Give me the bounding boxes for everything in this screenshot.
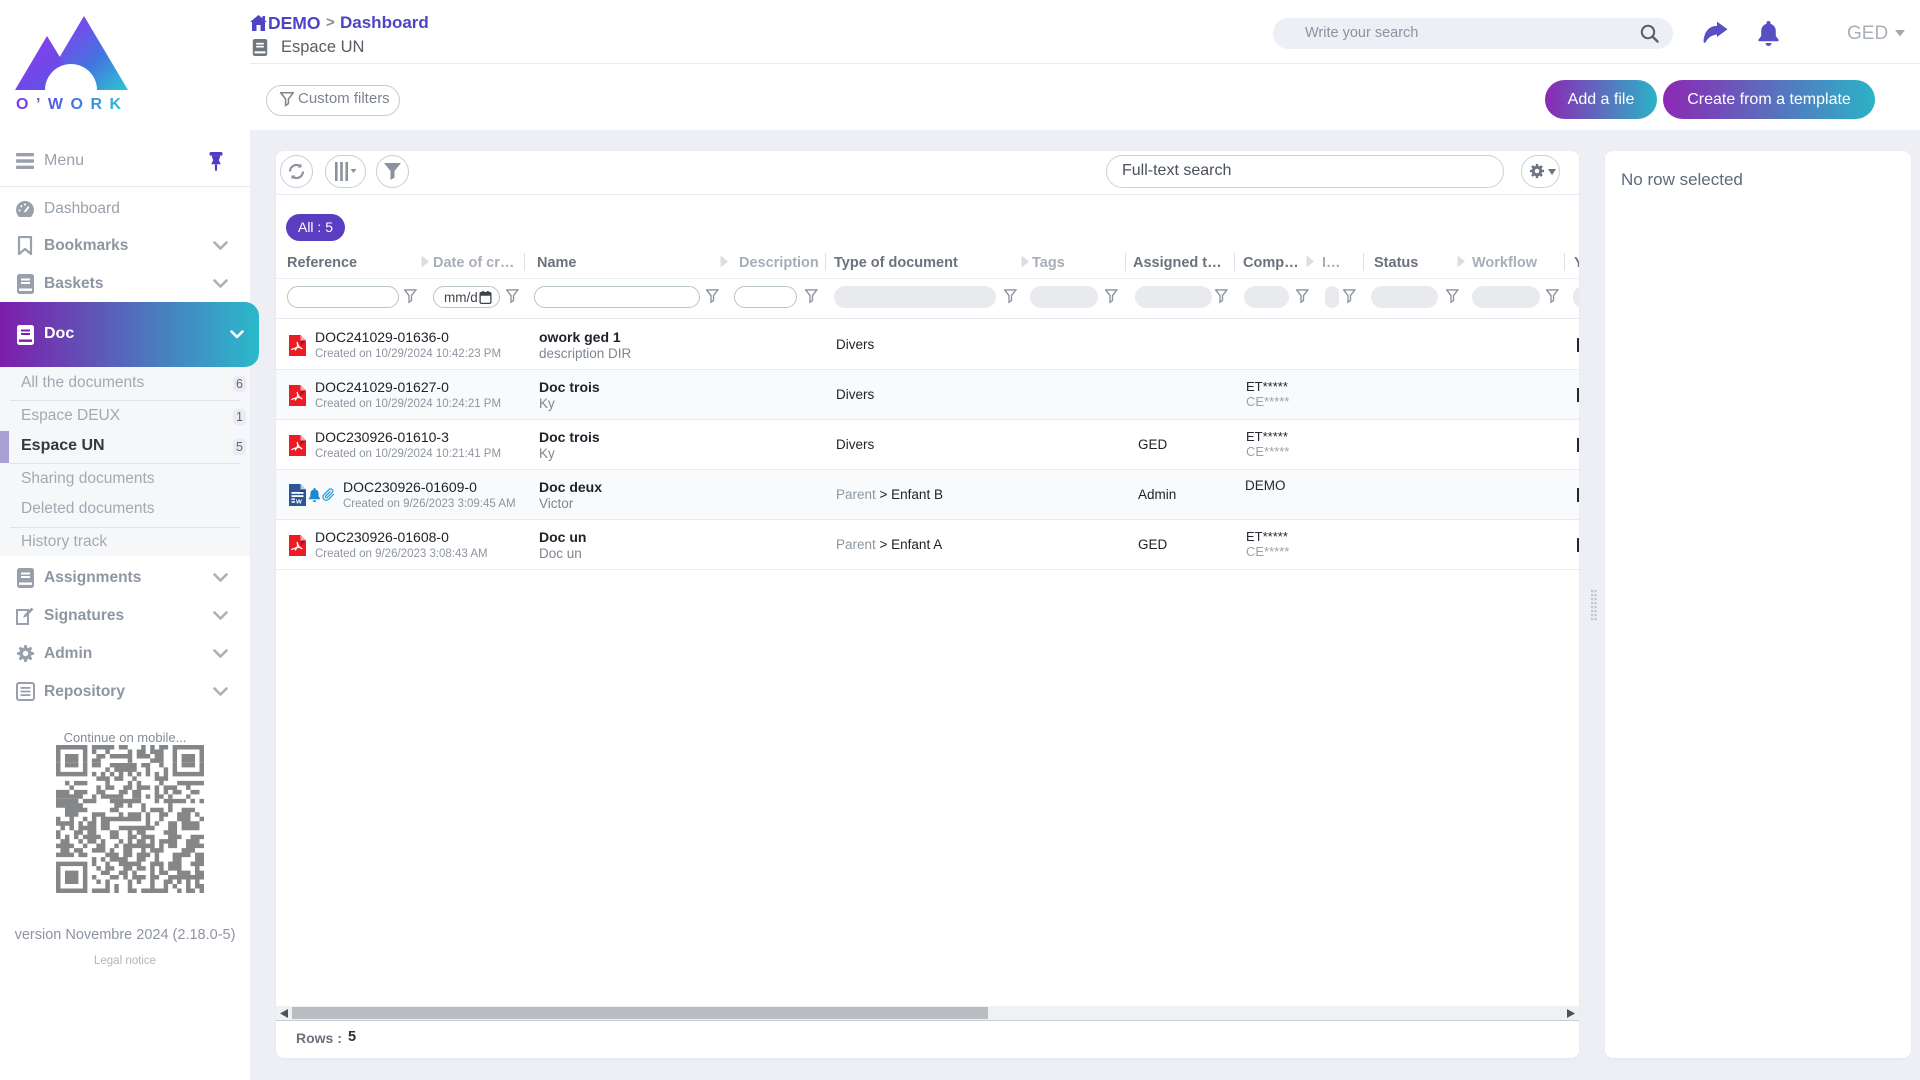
svg-text:O’WORK: O’WORK bbox=[16, 96, 129, 113]
